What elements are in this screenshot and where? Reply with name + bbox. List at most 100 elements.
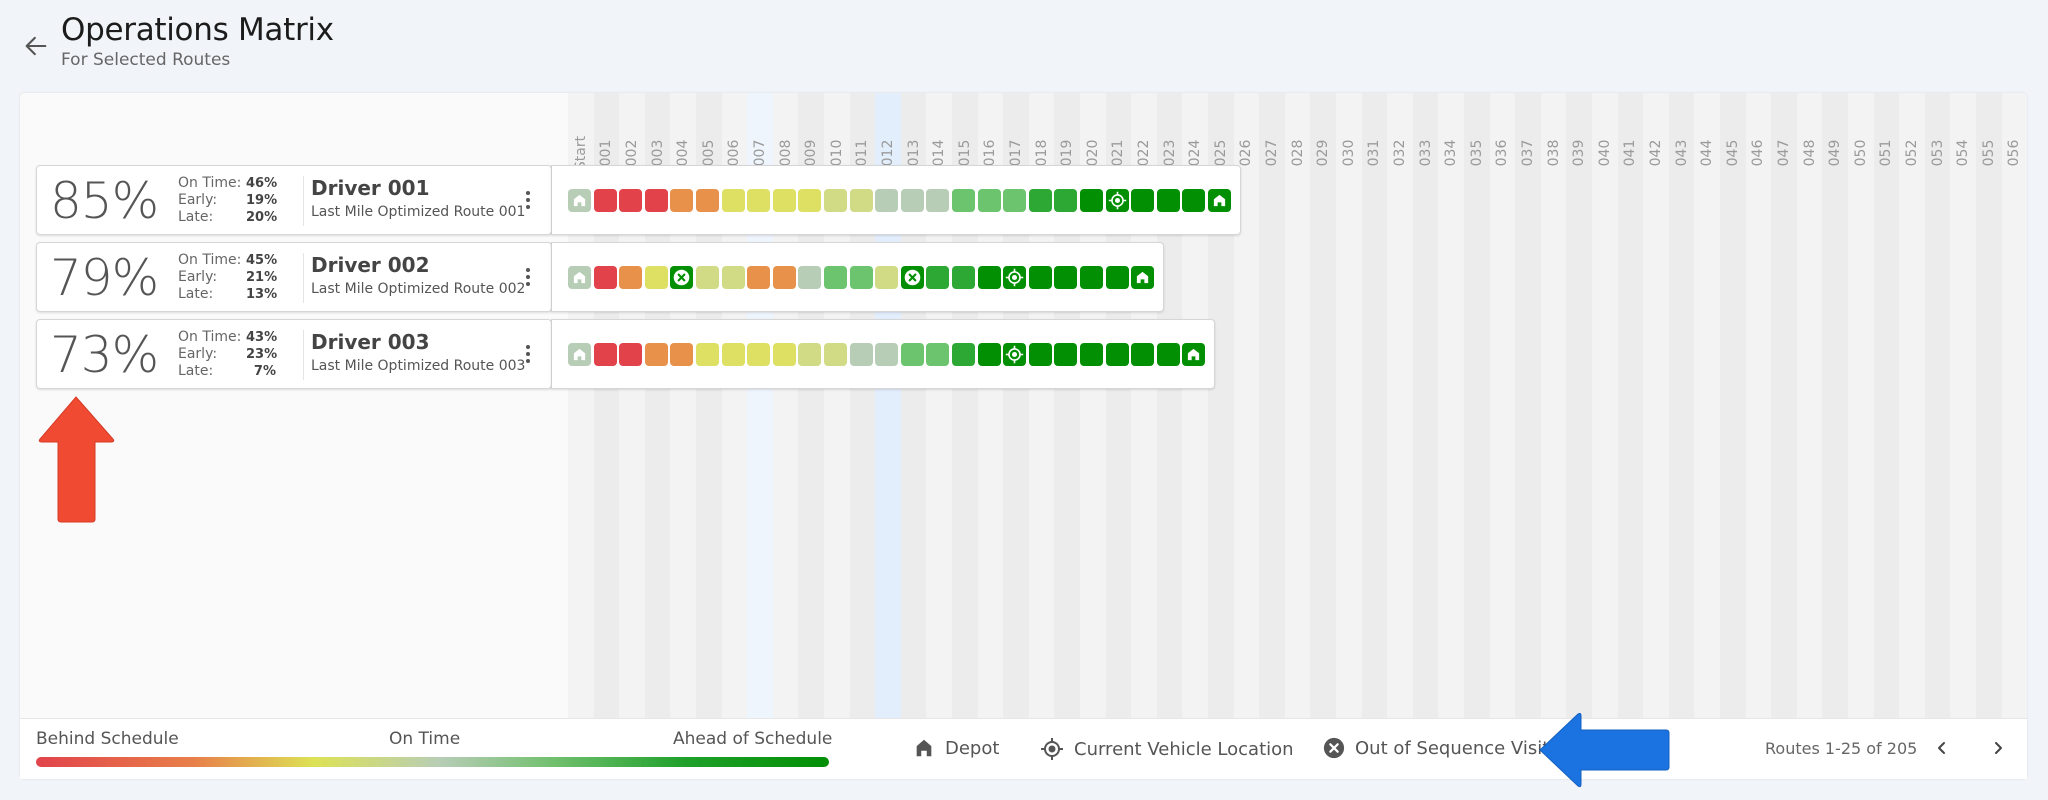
route-summary-card[interactable]: 73% On Time: 43% Early: 23% Late: 7% Driver 003…	[36, 319, 552, 389]
stop-cell-dark-green[interactable]	[1156, 343, 1180, 366]
stop-cell-orange[interactable]	[747, 266, 771, 289]
stop-column[interactable]: 033	[1412, 93, 1439, 718]
stop-cell-yellow[interactable]	[747, 343, 771, 366]
stop-cell-medium-green[interactable]	[1028, 189, 1052, 212]
stop-cell-light-green[interactable]	[926, 343, 950, 366]
stop-column[interactable]: 046	[1745, 93, 1772, 718]
stop-cell-orange[interactable]	[644, 343, 668, 366]
stop-column[interactable]: 043	[1668, 93, 1695, 718]
stop-column[interactable]: 045	[1720, 93, 1746, 718]
current-location-cell[interactable]	[1105, 189, 1129, 212]
stop-cell-medium-green[interactable]	[1054, 189, 1078, 212]
stop-cell-dark-green[interactable]	[977, 266, 1001, 289]
stop-column[interactable]: 041	[1617, 93, 1644, 718]
stop-cell-dark-green[interactable]	[1105, 266, 1129, 289]
stop-column[interactable]: 028	[1284, 93, 1311, 718]
stop-column[interactable]: 036	[1489, 93, 1516, 718]
stop-cell-grey[interactable]	[900, 189, 924, 212]
stop-cell-grey[interactable]	[875, 189, 899, 212]
stop-cell-pale[interactable]	[798, 343, 822, 366]
out-of-sequence-cell[interactable]	[670, 266, 694, 289]
stop-column[interactable]: 034	[1438, 93, 1464, 718]
stop-cell-red[interactable]	[593, 343, 617, 366]
stop-cell-dark-green[interactable]	[977, 343, 1001, 366]
prev-page-button[interactable]	[1928, 734, 1956, 762]
stop-cell-yellow[interactable]	[798, 189, 822, 212]
stop-cell-yellow[interactable]	[721, 343, 745, 366]
stop-cell-dark-green[interactable]	[1105, 343, 1129, 366]
next-page-button[interactable]	[1984, 734, 2012, 762]
stop-cell-grey[interactable]	[849, 343, 873, 366]
stop-cell-grey[interactable]	[875, 343, 899, 366]
stop-column[interactable]: 051	[1873, 93, 1900, 718]
stop-column[interactable]: 042	[1643, 93, 1669, 718]
stop-column[interactable]: 038	[1540, 93, 1567, 718]
stop-cell-yellow[interactable]	[721, 189, 745, 212]
stop-cell-medium-green[interactable]	[926, 266, 950, 289]
stop-column[interactable]: 027	[1259, 93, 1285, 718]
stop-column[interactable]: 049	[1822, 93, 1848, 718]
stop-cell-pale[interactable]	[849, 189, 873, 212]
depot-start-cell[interactable]	[568, 266, 591, 289]
stop-column[interactable]: 040	[1592, 93, 1618, 718]
stop-cell-medium-green[interactable]	[952, 266, 975, 289]
stop-column[interactable]: 044	[1694, 93, 1720, 718]
stop-cell-orange[interactable]	[696, 189, 719, 212]
stop-cell-light-green[interactable]	[977, 189, 1001, 212]
current-location-cell[interactable]	[1003, 343, 1027, 366]
stop-cell-red[interactable]	[644, 189, 668, 212]
more-options-button[interactable]	[524, 268, 532, 290]
stop-cell-red[interactable]	[619, 189, 643, 212]
stop-cell-dark-green[interactable]	[1054, 343, 1078, 366]
stop-cell-dark-green[interactable]	[1080, 343, 1103, 366]
stop-cell-yellow[interactable]	[772, 189, 796, 212]
stop-column[interactable]: 052	[1899, 93, 1925, 718]
stop-column[interactable]: 029	[1310, 93, 1336, 718]
stop-column[interactable]: 030	[1336, 93, 1362, 718]
stop-column[interactable]: 037	[1515, 93, 1541, 718]
stop-cell-dark-green[interactable]	[1131, 189, 1155, 212]
stop-cell-dark-green[interactable]	[1182, 189, 1206, 212]
out-of-sequence-cell[interactable]	[900, 266, 924, 289]
back-button[interactable]	[22, 32, 50, 60]
stop-cell-medium-green[interactable]	[952, 343, 975, 366]
stop-cell-pale[interactable]	[696, 266, 719, 289]
stop-cell-red[interactable]	[593, 266, 617, 289]
depot-start-cell[interactable]	[568, 343, 591, 366]
stop-column[interactable]: 035	[1464, 93, 1490, 718]
depot-end-cell[interactable]	[1182, 343, 1206, 366]
stop-cell-yellow[interactable]	[747, 189, 771, 212]
stop-cell-light-green[interactable]	[1003, 189, 1027, 212]
stop-cell-red[interactable]	[593, 189, 617, 212]
stop-cell-orange[interactable]	[619, 266, 643, 289]
route-summary-card[interactable]: 79% On Time: 45% Early: 21% Late: 13% Driver 00…	[36, 242, 552, 312]
stop-column[interactable]: 055	[1976, 93, 2002, 718]
route-summary-card[interactable]: 85% On Time: 46% Early: 19% Late: 20% Driver 00…	[36, 165, 552, 235]
stop-cell-light-green[interactable]	[952, 189, 975, 212]
stop-cell-orange[interactable]	[670, 189, 694, 212]
stop-cell-dark-green[interactable]	[1080, 266, 1103, 289]
stop-cell-pale[interactable]	[824, 343, 847, 366]
stop-column[interactable]: 053	[1924, 93, 1951, 718]
stop-cell-red[interactable]	[619, 343, 643, 366]
stop-cell-grey[interactable]	[926, 189, 950, 212]
stop-column[interactable]: 048	[1796, 93, 1823, 718]
stop-cell-dark-green[interactable]	[1080, 189, 1103, 212]
depot-start-cell[interactable]	[568, 189, 591, 212]
stop-cell-yellow[interactable]	[696, 343, 719, 366]
stop-cell-yellow[interactable]	[644, 266, 668, 289]
stop-cell-dark-green[interactable]	[1156, 189, 1180, 212]
stop-cell-pale[interactable]	[875, 266, 899, 289]
stop-cell-light-green[interactable]	[849, 266, 873, 289]
stop-cell-dark-green[interactable]	[1054, 266, 1078, 289]
current-location-cell[interactable]	[1003, 266, 1027, 289]
stop-cell-orange[interactable]	[772, 266, 796, 289]
stop-cell-dark-green[interactable]	[1131, 343, 1155, 366]
stop-column[interactable]: 054	[1950, 93, 1976, 718]
stop-cell-grey[interactable]	[798, 266, 822, 289]
more-options-button[interactable]	[524, 191, 532, 213]
stop-column[interactable]: 050	[1848, 93, 1874, 718]
stop-cell-light-green[interactable]	[900, 343, 924, 366]
stop-cell-pale[interactable]	[721, 266, 745, 289]
depot-end-cell[interactable]	[1131, 266, 1155, 289]
